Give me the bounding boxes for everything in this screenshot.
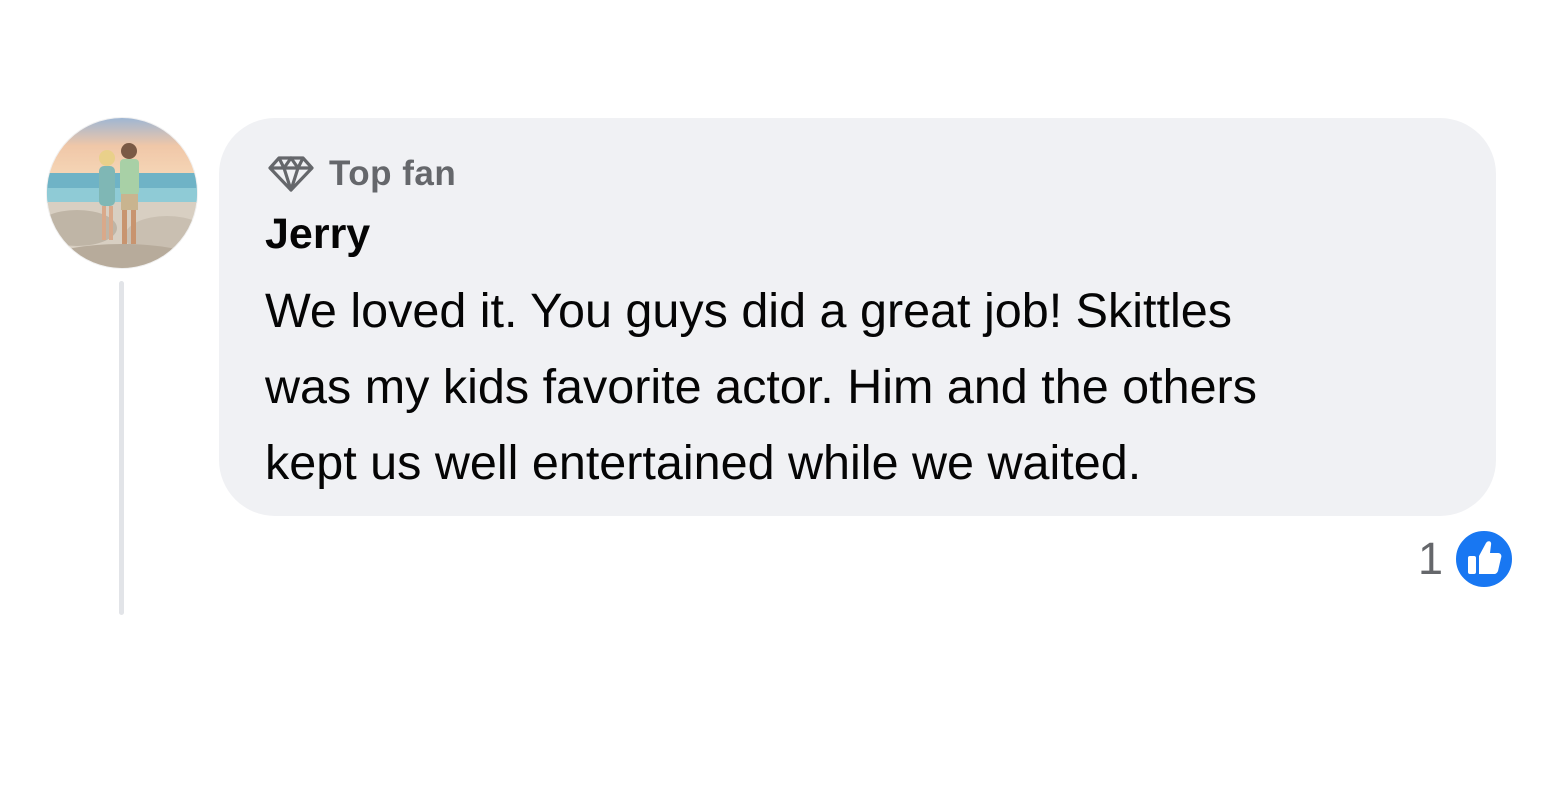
- comment-line: was my kids favorite actor. Him and the …: [265, 360, 1257, 414]
- reaction-count: 1: [1418, 533, 1444, 584]
- comment-text: We loved it. You guys did a great job! S…: [265, 273, 1465, 501]
- author-name[interactable]: Jerry: [265, 210, 370, 259]
- avatar-image: [47, 118, 197, 268]
- comment-line: kept us well entertained while we waited…: [265, 436, 1142, 490]
- thread-line: [119, 281, 124, 615]
- comment-bubble: Top fan Jerry We loved it. You guys did …: [219, 118, 1496, 516]
- like-icon: [1453, 528, 1515, 590]
- top-fan-badge[interactable]: Top fan: [267, 154, 456, 194]
- avatar[interactable]: [47, 118, 197, 268]
- badge-label: Top fan: [329, 154, 457, 193]
- comment-line: We loved it. You guys did a great job! S…: [265, 284, 1232, 338]
- diamond-icon: [267, 154, 315, 194]
- reaction-summary[interactable]: 1: [1418, 528, 1515, 590]
